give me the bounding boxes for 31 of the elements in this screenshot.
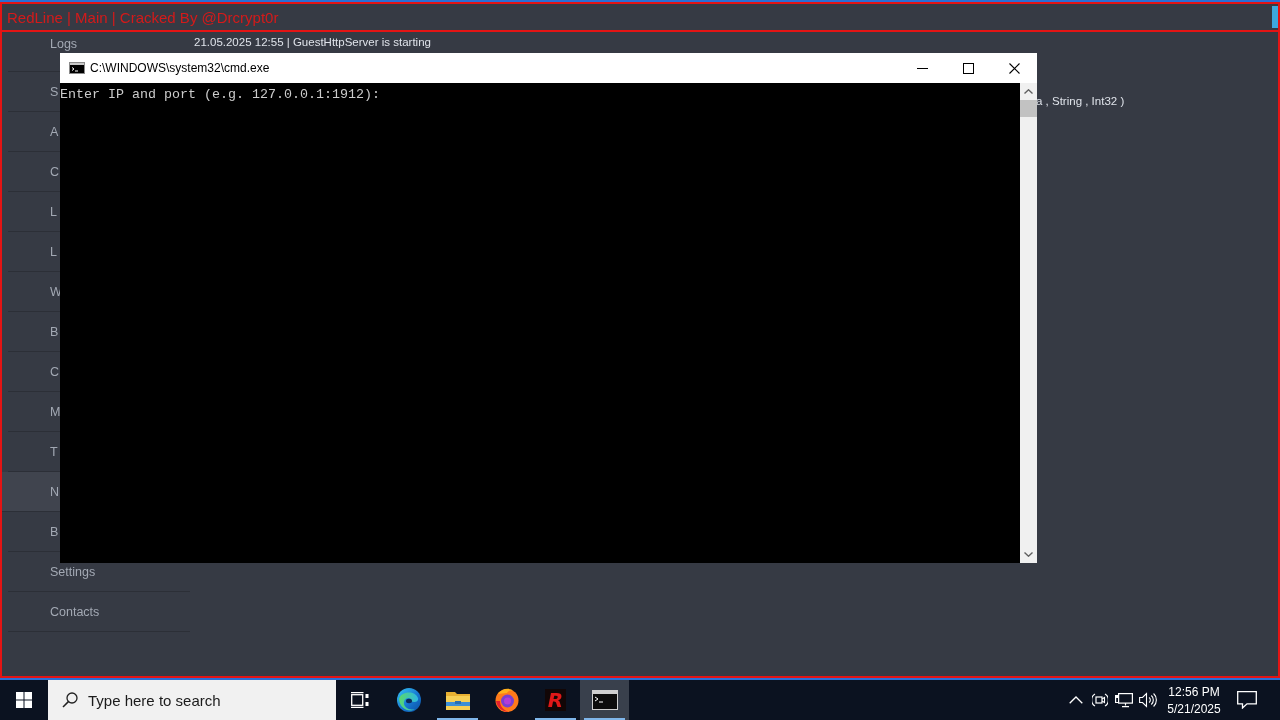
search-icon [62, 692, 78, 708]
task-view-icon [351, 692, 369, 708]
clock-date: 5/21/2025 [1167, 701, 1221, 716]
firefox-icon [494, 688, 519, 712]
sidebar-item[interactable]: Contacts [8, 592, 190, 632]
network-icon [1115, 692, 1133, 708]
log-line: 21.05.2025 12:55 | GuestHttpServer is starting [194, 35, 431, 49]
folder-icon [445, 690, 470, 710]
log-line: a , String , Int32 ) [1036, 94, 1125, 108]
windows-icon [16, 692, 32, 708]
maximize-icon [962, 62, 974, 74]
clock-time: 12:56 PM [1168, 684, 1220, 699]
video-camera-icon [1092, 692, 1108, 708]
speaker-icon [1139, 692, 1157, 708]
scrollbar[interactable] [1020, 83, 1037, 563]
taskbar-app-button[interactable] [580, 680, 629, 720]
console-icon [69, 62, 85, 74]
search-field[interactable]: Type here to search [48, 680, 336, 720]
scroll-up-icon[interactable] [1024, 89, 1033, 94]
console-icon [591, 690, 618, 710]
clock[interactable]: 12:56 PM 5/21/2025 [1163, 680, 1225, 720]
chevron-up-icon [1069, 696, 1083, 704]
edge-icon [396, 688, 421, 712]
window-title: RedLine | Main | Cracked By @Drcrypt0r [7, 8, 279, 26]
speech-bubble-icon [1237, 691, 1257, 709]
scrollbar-thumb[interactable] [1020, 100, 1037, 117]
console-text: Enter IP and port (e.g. 127.0.0.1:1912): [60, 87, 380, 103]
taskbar-app-button[interactable]: R [531, 680, 580, 720]
minimize-icon [916, 67, 928, 69]
scroll-down-icon[interactable] [1024, 552, 1033, 557]
close-icon [1008, 62, 1020, 74]
